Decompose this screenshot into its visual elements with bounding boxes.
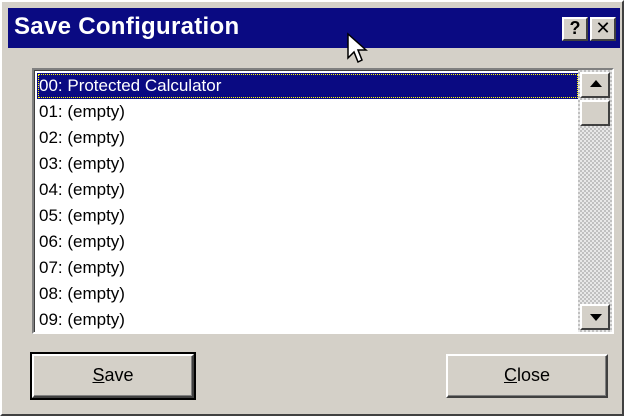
list-item[interactable]: 02: (empty) bbox=[37, 125, 579, 151]
list-item[interactable]: 05: (empty) bbox=[37, 203, 579, 229]
list-item[interactable]: 09: (empty) bbox=[37, 307, 579, 332]
list-item[interactable]: 08: (empty) bbox=[37, 281, 579, 307]
arrow-up-icon bbox=[590, 80, 602, 87]
list-item[interactable]: 06: (empty) bbox=[37, 229, 579, 255]
save-configuration-dialog: Save Configuration ? ✕ 00: Protected Cal… bbox=[0, 0, 624, 416]
help-button[interactable]: ? bbox=[562, 17, 588, 41]
vertical-scrollbar[interactable] bbox=[578, 70, 612, 332]
save-button-label: Save bbox=[92, 365, 134, 385]
list-item[interactable]: 04: (empty) bbox=[37, 177, 579, 203]
list-item[interactable]: 01: (empty) bbox=[37, 99, 579, 125]
save-button[interactable]: Save bbox=[30, 352, 196, 400]
close-button-label: Close bbox=[503, 365, 551, 385]
list-item[interactable]: 00: Protected Calculator bbox=[37, 73, 579, 99]
title-bar[interactable]: Save Configuration ? ✕ bbox=[8, 8, 620, 48]
mouse-cursor-icon bbox=[347, 32, 368, 64]
close-button[interactable]: Close bbox=[446, 354, 608, 398]
configuration-list[interactable]: 00: Protected Calculator 01: (empty) 02: (… bbox=[32, 68, 614, 334]
close-x-icon: ✕ bbox=[595, 18, 611, 38]
scroll-thumb[interactable] bbox=[580, 100, 610, 126]
arrow-down-icon bbox=[590, 314, 602, 321]
window-title: Save Configuration bbox=[14, 13, 240, 40]
list-item[interactable]: 07: (empty) bbox=[37, 255, 579, 281]
close-window-button[interactable]: ✕ bbox=[590, 17, 616, 41]
list-item[interactable]: 03: (empty) bbox=[37, 151, 579, 177]
configuration-list-items: 00: Protected Calculator 01: (empty) 02: (… bbox=[34, 70, 579, 332]
scroll-up-button[interactable] bbox=[580, 72, 610, 98]
question-mark-icon: ? bbox=[569, 18, 581, 38]
scroll-down-button[interactable] bbox=[580, 304, 610, 330]
